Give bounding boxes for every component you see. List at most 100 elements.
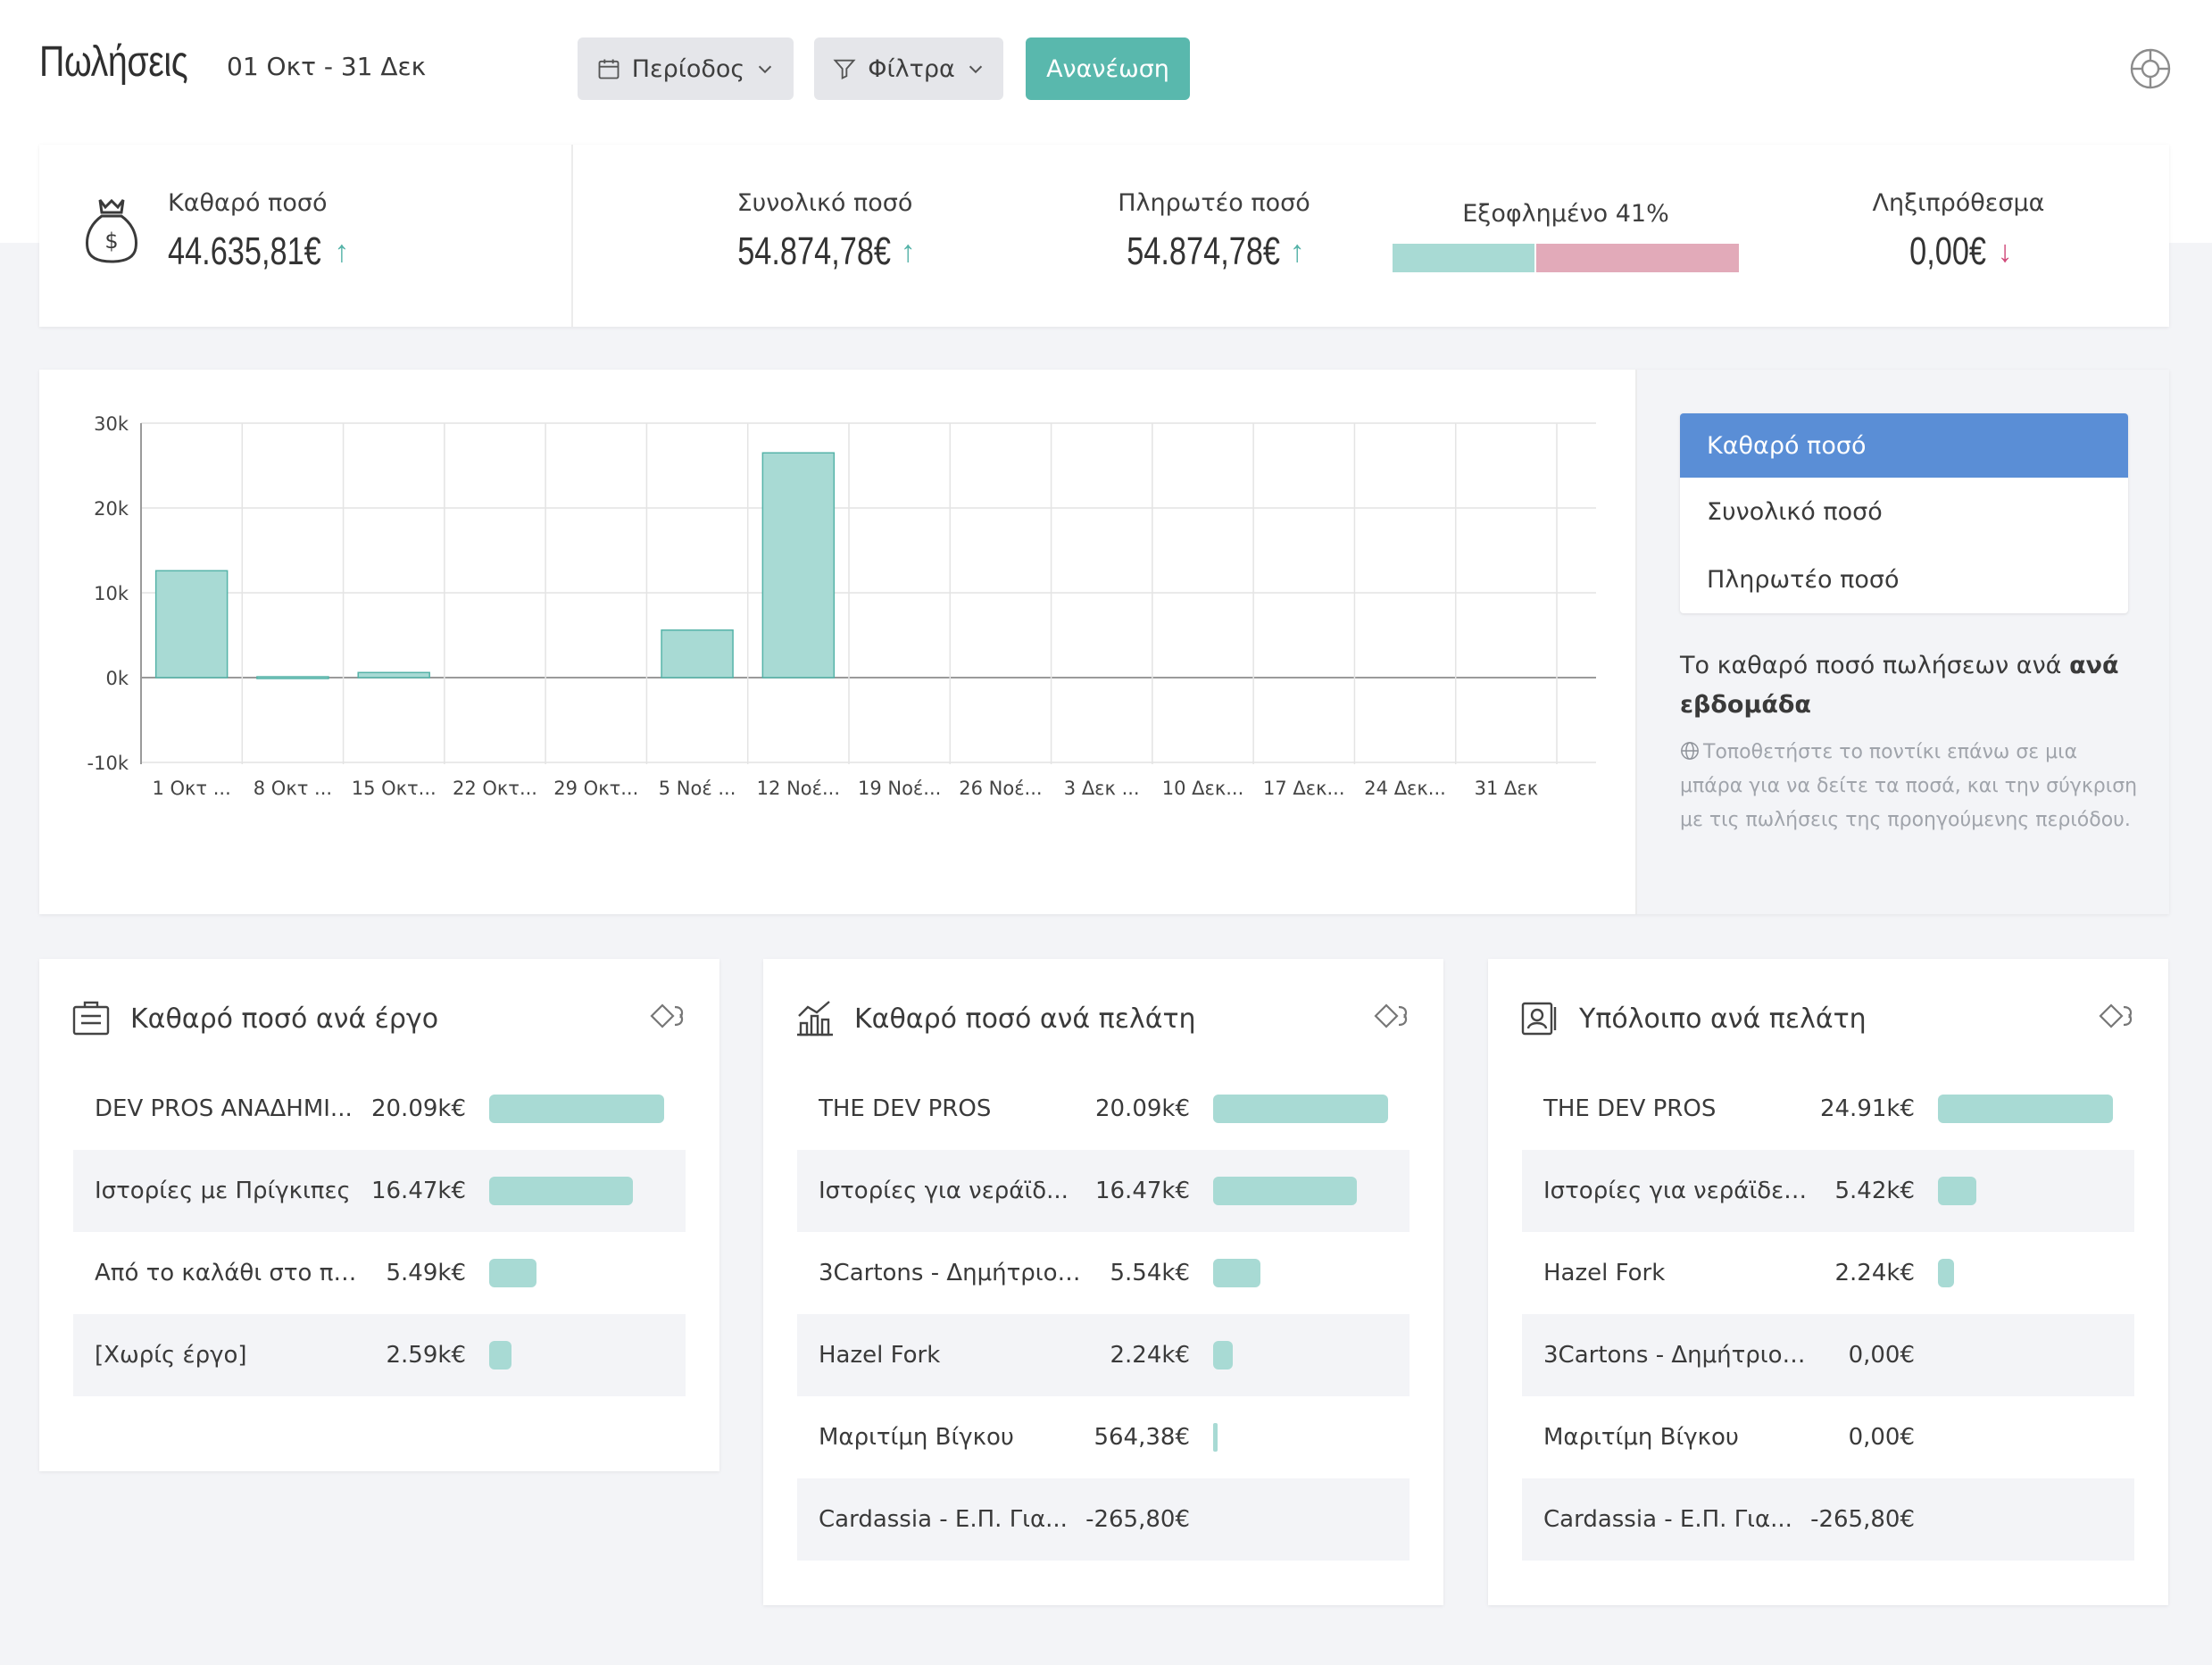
arrow-up-icon: ↑: [334, 234, 350, 269]
row-name: [Χωρίς έργο]: [95, 1342, 247, 1369]
metric-option[interactable]: Καθαρό ποσό: [1680, 413, 2128, 478]
filters-button[interactable]: Φίλτρα: [814, 37, 1003, 100]
list-row[interactable]: Cardassia - Ε.Π. Για... -265,80€: [797, 1478, 1410, 1561]
y-tick-label: 10k: [94, 583, 129, 604]
list-row[interactable]: Ιστορίες με Πρίγκιπες 16.47k€: [73, 1150, 686, 1232]
swap-view-icon[interactable]: [2097, 1000, 2136, 1032]
row-value: 0,00€: [1848, 1342, 1915, 1369]
x-tick-label: 26 Νοέ...: [959, 778, 1042, 799]
row-value: 16.47k€: [370, 1178, 466, 1204]
row-bar: [1213, 1095, 1388, 1123]
help-lifebuoy-icon[interactable]: [2128, 46, 2173, 91]
row-name: 3Cartons - Δημήτριος...: [819, 1260, 1088, 1286]
row-name: Hazel Fork: [819, 1342, 941, 1369]
list-row[interactable]: Μαριτίμη Βίγκου 564,38€: [797, 1396, 1410, 1478]
chart-sidebar: Καθαρό ποσό Συνολικό ποσό Πληρωτέο ποσό Το…: [1635, 370, 2169, 914]
list-row[interactable]: THE DEV PROS 20.09k€: [797, 1068, 1410, 1150]
metric-option[interactable]: Συνολικό ποσό: [1680, 478, 2128, 545]
x-tick-label: 5 Νοέ ...: [659, 778, 736, 799]
x-tick-label: 19 Νοέ...: [858, 778, 941, 799]
list-row[interactable]: Hazel Fork 2.24k€: [1522, 1232, 2134, 1314]
row-bar: [1213, 1341, 1233, 1369]
chart-bar[interactable]: [761, 452, 836, 678]
row-name: Cardassia - Ε.Π. Για...: [819, 1506, 1068, 1533]
row-name: THE DEV PROS: [819, 1095, 992, 1122]
period-button[interactable]: Περίοδος: [578, 37, 794, 100]
y-tick-label: 0k: [105, 668, 129, 689]
list-row[interactable]: THE DEV PROS 24.91k€: [1522, 1068, 2134, 1150]
row-name: Μαριτίμη Βίγκου: [1543, 1424, 1739, 1451]
kpi-overdue-value: 0,00€: [1909, 229, 1987, 273]
kpi-paid: Εξοφλημένο 41%: [1393, 200, 1739, 272]
row-name: Ιστορίες για νεράϊδες...: [1543, 1178, 1813, 1204]
row-value: 5.49k€: [386, 1260, 467, 1286]
y-tick-label: 30k: [94, 413, 129, 435]
row-bar: [1213, 1423, 1218, 1452]
swap-view-icon[interactable]: [1372, 1000, 1411, 1032]
row-name: 3Cartons - Δημήτριος ...: [1543, 1342, 1813, 1369]
row-bar: [1213, 1177, 1357, 1205]
x-tick-label: 10 Δεκ...: [1162, 778, 1244, 799]
x-tick-label: 31 Δεκ: [1475, 778, 1539, 799]
kpi-card: $ Καθαρό ποσό 44.635,81€ ↑ Συνολικό ποσό…: [39, 145, 2169, 327]
card-rows: DEV PROS ΑΝΑΔΗΜΙ... 20.09k€ Ιστορίες με Πρ…: [73, 1068, 686, 1396]
net-by-project-card: Καθαρό ποσό ανά έργο DEV PROS ΑΝΑΔΗΜΙ...…: [39, 959, 719, 1471]
period-label: Περίοδος: [631, 54, 745, 83]
x-tick-label: 8 Οκτ ...: [254, 778, 332, 799]
list-row[interactable]: Ιστορίες για νεράϊδ... 16.47k€: [797, 1150, 1410, 1232]
kpi-paid-label: Εξοφλημένο 41%: [1462, 200, 1669, 228]
row-value: 2.24k€: [1834, 1260, 1916, 1286]
kpi-payable-value: 54.874,78€: [1127, 229, 1281, 273]
chart-bar[interactable]: [357, 671, 430, 678]
paid-progress-fill: [1393, 244, 1535, 272]
x-tick-label: 17 Δεκ...: [1263, 778, 1345, 799]
chart-hint-text: Τοποθετήστε το ποντίκι επάνω σε μια μπάρ…: [1680, 741, 2138, 831]
list-row[interactable]: Hazel Fork 2.24k€: [797, 1314, 1410, 1396]
swap-view-icon[interactable]: [648, 1000, 687, 1032]
kpi-total-label: Συνολικό ποσό: [736, 189, 913, 217]
paid-progress-bar: [1393, 244, 1739, 272]
weekly-sales-bar-chart: -10k 0k 10k 20k 30k 1 Οκτ ... 8 Οκτ ... 15 Οκτ.…: [87, 413, 1596, 799]
row-name: Cardassia - Ε.Π. Για...: [1543, 1506, 1792, 1533]
list-row[interactable]: 3Cartons - Δημήτριος ... 0,00€: [1522, 1314, 2134, 1396]
list-row[interactable]: DEV PROS ΑΝΑΔΗΜΙ... 20.09k€: [73, 1068, 686, 1150]
chart-bar[interactable]: [661, 629, 734, 678]
x-tick-label: 22 Οκτ...: [453, 778, 537, 799]
row-bar: [489, 1259, 536, 1287]
metric-option[interactable]: Πληρωτέο ποσό: [1680, 545, 2128, 613]
row-bar: [1938, 1095, 2113, 1123]
chart-description-text: Το καθαρό ποσό πωλήσεων ανά: [1680, 652, 2070, 679]
row-value: 5.54k€: [1110, 1260, 1191, 1286]
row-value: 564,38€: [1094, 1424, 1190, 1451]
date-range: 01 Οκτ - 31 Δεκ: [227, 52, 427, 81]
list-row[interactable]: Ιστορίες για νεράϊδες... 5.42k€: [1522, 1150, 2134, 1232]
list-row[interactable]: 3Cartons - Δημήτριος... 5.54k€: [797, 1232, 1410, 1314]
kpi-net-amount: Καθαρό ποσό 44.635,81€ ↑: [168, 189, 349, 274]
list-row[interactable]: [Χωρίς έργο] 2.59k€: [73, 1314, 686, 1396]
kpi-net-label: Καθαρό ποσό: [168, 189, 328, 217]
x-tick-label: 24 Δεκ...: [1364, 778, 1446, 799]
bar-chart-icon: [797, 1001, 833, 1036]
briefcase-icon: [72, 1001, 110, 1036]
card-title: Καθαρό ποσό ανά πελάτη: [854, 1003, 1196, 1035]
chart-bar[interactable]: [154, 570, 229, 678]
list-row[interactable]: Μαριτίμη Βίγκου 0,00€: [1522, 1396, 2134, 1478]
row-value: 24.91k€: [1819, 1095, 1915, 1122]
list-row[interactable]: Από το καλάθι στο πρ... 5.49k€: [73, 1232, 686, 1314]
row-value: 20.09k€: [1094, 1095, 1190, 1122]
page-title: Πωλήσεις: [39, 38, 188, 86]
chevron-down-icon: [759, 65, 772, 74]
calendar-icon: [598, 59, 620, 79]
chart-bar[interactable]: [256, 676, 329, 679]
unpaid-progress-fill: [1534, 244, 1739, 272]
kpi-payable-amount: Πληρωτέο ποσό 54.874,78€ ↑: [1053, 189, 1375, 274]
svg-text:$: $: [104, 229, 118, 254]
refresh-button[interactable]: Ανανέωση: [1026, 37, 1190, 100]
kpi-overdue-label: Ληξιπρόθεσμα: [1872, 189, 2045, 217]
x-tick-label: 1 Οκτ ...: [152, 778, 230, 799]
row-value: -265,80€: [1085, 1506, 1190, 1533]
money-bag-icon: $: [86, 198, 137, 263]
sales-chart-card: -10k 0k 10k 20k 30k 1 Οκτ ... 8 Οκτ ... 15 Οκτ.…: [39, 370, 2169, 914]
list-row[interactable]: Cardassia - Ε.Π. Για... -265,80€: [1522, 1478, 2134, 1561]
row-name: Από το καλάθι στο πρ...: [95, 1260, 364, 1286]
